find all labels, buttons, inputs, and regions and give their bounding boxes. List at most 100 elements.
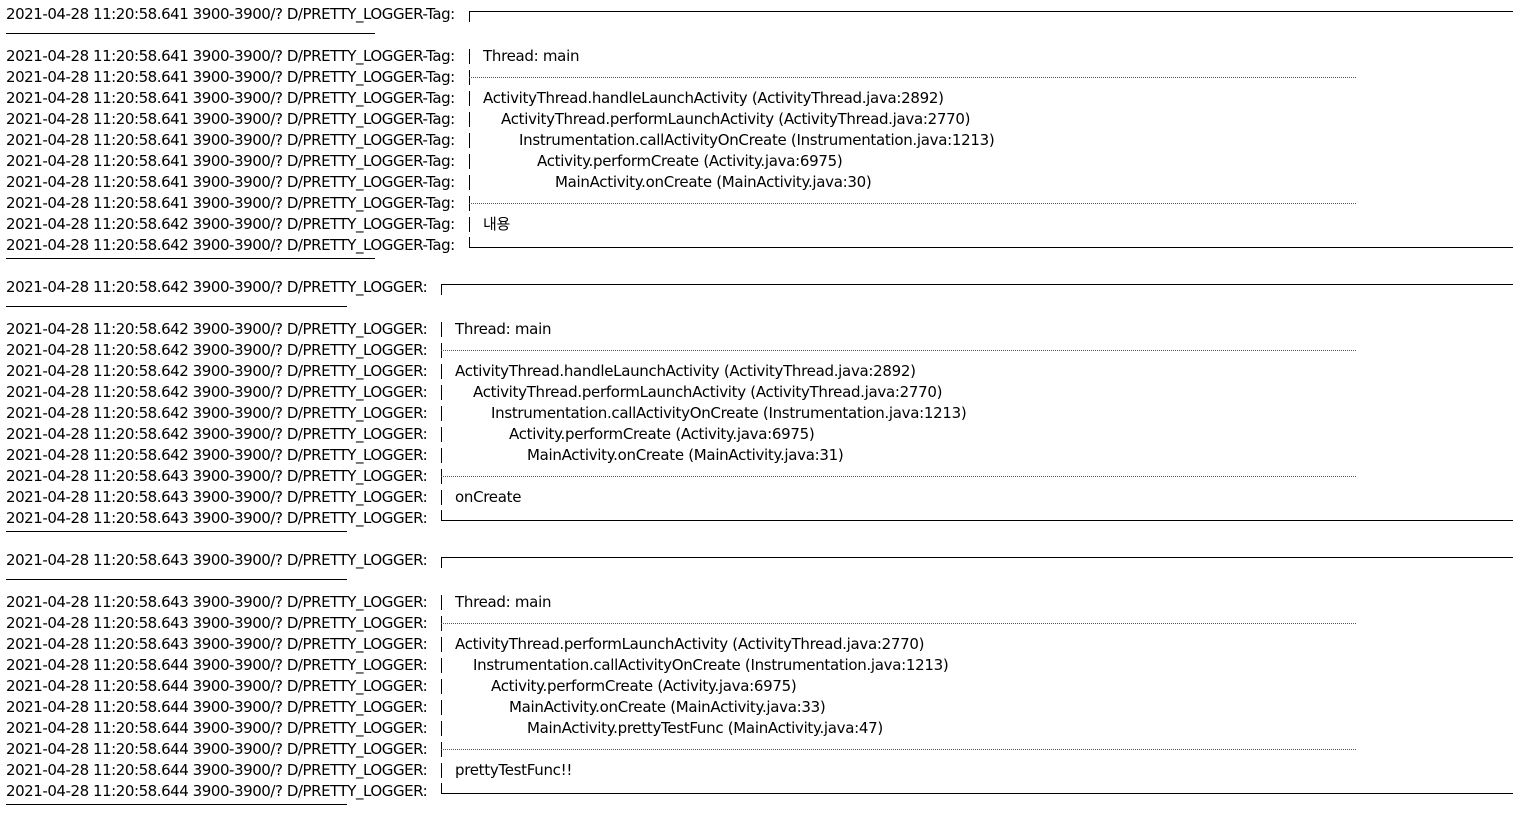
border-left-bar	[441, 637, 442, 652]
border-bottom-left-corner	[469, 237, 470, 247]
border-left-bar	[441, 385, 442, 400]
log-row: 2021-04-28 11:20:58.641 3900-3900/? D/PR…	[0, 46, 1513, 67]
log-prefix: 2021-04-28 11:20:58.644 3900-3900/? D/PR…	[6, 782, 428, 800]
log-message: ActivityThread.performLaunchActivity (Ac…	[501, 110, 971, 128]
log-message: 내용	[483, 215, 511, 233]
log-row: 2021-04-28 11:20:58.644 3900-3900/? D/PR…	[0, 739, 1513, 760]
log-row: 2021-04-28 11:20:58.641 3900-3900/? D/PR…	[0, 151, 1513, 172]
separator-line	[469, 203, 1356, 204]
log-message: Thread: main	[455, 593, 552, 611]
border-wrap-line	[6, 258, 375, 259]
border-left-bar	[441, 658, 442, 673]
separator-line	[441, 623, 1356, 624]
log-prefix: 2021-04-28 11:20:58.642 3900-3900/? D/PR…	[6, 362, 428, 380]
log-row: 2021-04-28 11:20:58.642 3900-3900/? D/PR…	[0, 340, 1513, 361]
log-prefix: 2021-04-28 11:20:58.641 3900-3900/? D/PR…	[6, 5, 455, 23]
log-prefix: 2021-04-28 11:20:58.644 3900-3900/? D/PR…	[6, 698, 428, 716]
border-top-line	[441, 284, 1513, 285]
border-top-left-corner	[469, 11, 470, 22]
log-message: Thread: main	[483, 47, 580, 65]
border-wrap-line	[6, 804, 347, 805]
log-row: 2021-04-28 11:20:58.644 3900-3900/? D/PR…	[0, 781, 1513, 802]
border-left-bar	[441, 322, 442, 337]
border-bottom-line	[469, 247, 1513, 248]
log-row: 2021-04-28 11:20:58.642 3900-3900/? D/PR…	[0, 235, 1513, 256]
log-prefix: 2021-04-28 11:20:58.643 3900-3900/? D/PR…	[6, 635, 428, 653]
log-message: Activity.performCreate (Activity.java:69…	[537, 152, 843, 170]
log-message: ActivityThread.handleLaunchActivity (Act…	[483, 89, 944, 107]
log-prefix: 2021-04-28 11:20:58.641 3900-3900/? D/PR…	[6, 131, 455, 149]
border-left-bar	[441, 595, 442, 610]
log-row: 2021-04-28 11:20:58.643 3900-3900/? D/PR…	[0, 487, 1513, 508]
log-row: 2021-04-28 11:20:58.642 3900-3900/? D/PR…	[0, 403, 1513, 424]
log-row: 2021-04-28 11:20:58.643 3900-3900/? D/PR…	[0, 613, 1513, 634]
log-message: ActivityThread.handleLaunchActivity (Act…	[455, 362, 916, 380]
border-left-bar	[441, 763, 442, 778]
log-row: 2021-04-28 11:20:58.643 3900-3900/? D/PR…	[0, 592, 1513, 613]
log-prefix: 2021-04-28 11:20:58.643 3900-3900/? D/PR…	[6, 509, 428, 527]
border-wrap-line	[6, 531, 347, 532]
log-prefix: 2021-04-28 11:20:58.641 3900-3900/? D/PR…	[6, 173, 455, 191]
separator-line	[441, 476, 1356, 477]
log-row: 2021-04-28 11:20:58.641 3900-3900/? D/PR…	[0, 130, 1513, 151]
log-prefix: 2021-04-28 11:20:58.643 3900-3900/? D/PR…	[6, 488, 428, 506]
log-row: 2021-04-28 11:20:58.643 3900-3900/? D/PR…	[0, 508, 1513, 529]
log-row: 2021-04-28 11:20:58.643 3900-3900/? D/PR…	[0, 550, 1513, 571]
log-message: Activity.performCreate (Activity.java:69…	[509, 425, 815, 443]
border-left-bar	[441, 427, 442, 442]
border-left-bar	[469, 49, 470, 64]
border-left-bar	[469, 112, 470, 127]
log-prefix: 2021-04-28 11:20:58.641 3900-3900/? D/PR…	[6, 152, 455, 170]
border-left-bar	[441, 679, 442, 694]
log-prefix: 2021-04-28 11:20:58.641 3900-3900/? D/PR…	[6, 47, 455, 65]
log-prefix: 2021-04-28 11:20:58.642 3900-3900/? D/PR…	[6, 278, 428, 296]
log-message: MainActivity.onCreate (MainActivity.java…	[509, 698, 826, 716]
log-row: 2021-04-28 11:20:58.641 3900-3900/? D/PR…	[0, 193, 1513, 214]
log-prefix: 2021-04-28 11:20:58.642 3900-3900/? D/PR…	[6, 236, 455, 254]
log-row: 2021-04-28 11:20:58.642 3900-3900/? D/PR…	[0, 214, 1513, 235]
log-message: Instrumentation.callActivityOnCreate (In…	[519, 131, 995, 149]
border-top-left-corner	[441, 284, 442, 295]
log-row: 2021-04-28 11:20:58.642 3900-3900/? D/PR…	[0, 445, 1513, 466]
border-bottom-left-corner	[441, 783, 442, 793]
log-row: 2021-04-28 11:20:58.642 3900-3900/? D/PR…	[0, 382, 1513, 403]
border-wrap-line	[6, 33, 375, 34]
log-message: ActivityThread.performLaunchActivity (Ac…	[473, 383, 943, 401]
log-row: 2021-04-28 11:20:58.642 3900-3900/? D/PR…	[0, 361, 1513, 382]
log-prefix: 2021-04-28 11:20:58.643 3900-3900/? D/PR…	[6, 467, 428, 485]
log-row: 2021-04-28 11:20:58.641 3900-3900/? D/PR…	[0, 88, 1513, 109]
separator-line	[469, 77, 1356, 78]
border-left-bar	[469, 133, 470, 148]
log-row: 2021-04-28 11:20:58.644 3900-3900/? D/PR…	[0, 697, 1513, 718]
border-left-bar	[469, 154, 470, 169]
log-prefix: 2021-04-28 11:20:58.642 3900-3900/? D/PR…	[6, 404, 428, 422]
log-row: 2021-04-28 11:20:58.643 3900-3900/? D/PR…	[0, 634, 1513, 655]
border-wrap-line	[6, 579, 347, 580]
log-message: ActivityThread.performLaunchActivity (Ac…	[455, 635, 925, 653]
log-prefix: 2021-04-28 11:20:58.644 3900-3900/? D/PR…	[6, 761, 428, 779]
log-row: 2021-04-28 11:20:58.644 3900-3900/? D/PR…	[0, 760, 1513, 781]
log-row: 2021-04-28 11:20:58.641 3900-3900/? D/PR…	[0, 67, 1513, 88]
log-row: 2021-04-28 11:20:58.641 3900-3900/? D/PR…	[0, 172, 1513, 193]
border-bottom-line	[441, 520, 1513, 521]
border-left-bar	[441, 448, 442, 463]
log-row: 2021-04-28 11:20:58.643 3900-3900/? D/PR…	[0, 466, 1513, 487]
separator-line	[441, 350, 1356, 351]
border-left-bar	[441, 364, 442, 379]
log-row: 2021-04-28 11:20:58.642 3900-3900/? D/PR…	[0, 424, 1513, 445]
log-row: 2021-04-28 11:20:58.641 3900-3900/? D/PR…	[0, 4, 1513, 25]
log-row: 2021-04-28 11:20:58.644 3900-3900/? D/PR…	[0, 655, 1513, 676]
border-top-line	[469, 11, 1513, 12]
log-row: 2021-04-28 11:20:58.642 3900-3900/? D/PR…	[0, 319, 1513, 340]
log-prefix: 2021-04-28 11:20:58.642 3900-3900/? D/PR…	[6, 446, 428, 464]
log-prefix: 2021-04-28 11:20:58.641 3900-3900/? D/PR…	[6, 194, 455, 212]
border-bottom-left-corner	[441, 510, 442, 520]
border-left-bar	[441, 406, 442, 421]
border-left-bar	[441, 490, 442, 505]
log-message: Activity.performCreate (Activity.java:69…	[491, 677, 797, 695]
border-left-bar	[469, 217, 470, 232]
log-message: Instrumentation.callActivityOnCreate (In…	[473, 656, 949, 674]
log-prefix: 2021-04-28 11:20:58.644 3900-3900/? D/PR…	[6, 740, 428, 758]
log-prefix: 2021-04-28 11:20:58.643 3900-3900/? D/PR…	[6, 551, 428, 569]
log-prefix: 2021-04-28 11:20:58.644 3900-3900/? D/PR…	[6, 656, 428, 674]
